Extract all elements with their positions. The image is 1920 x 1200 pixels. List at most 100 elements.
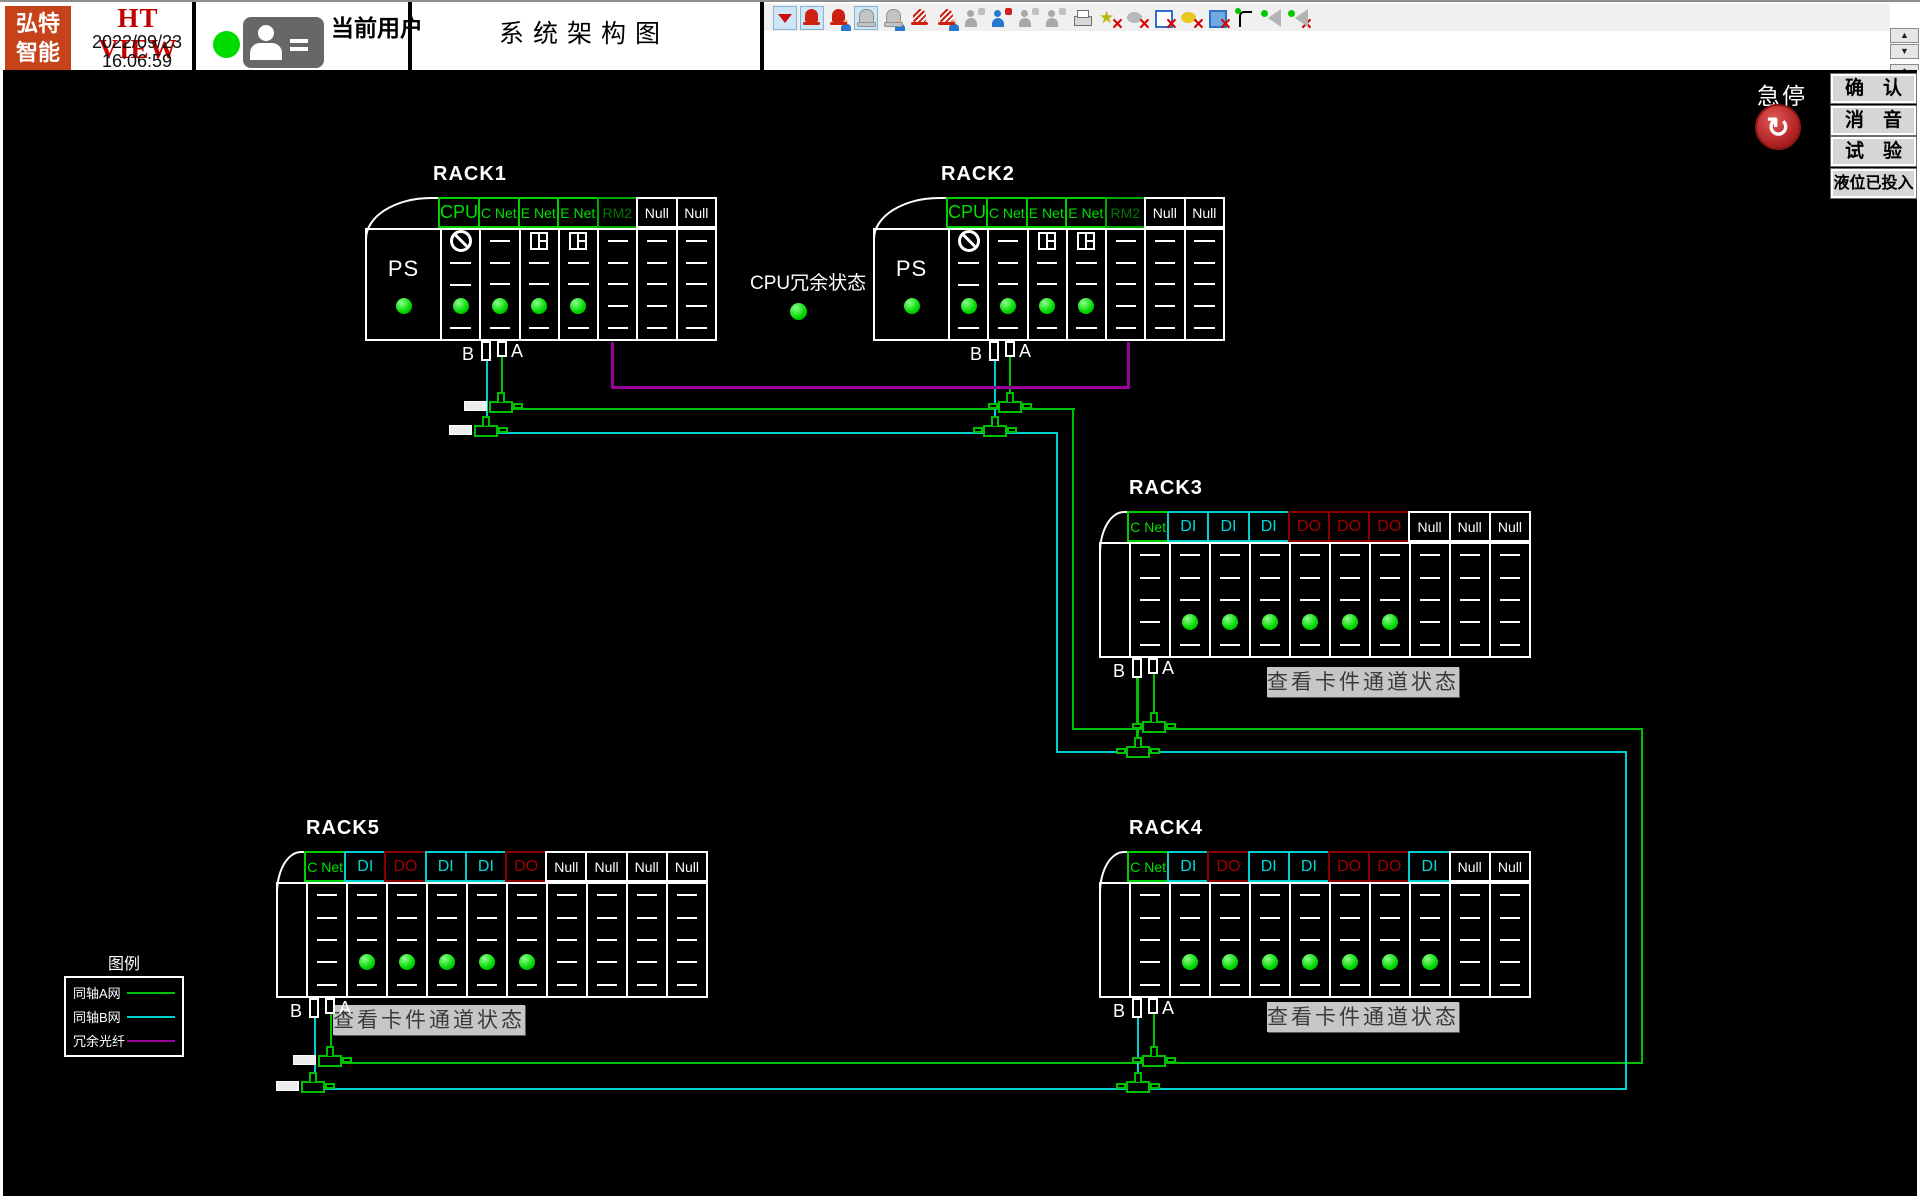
toolbar-icon-clear-star-event[interactable]: ★× [1098,7,1120,29]
card-slot-null [1489,884,1529,996]
mute-button[interactable]: 消 音 [1831,106,1916,135]
fiber-link-line [1127,342,1130,388]
card-slot-di [426,884,466,996]
toolbar-icon-alarm-bell-gray-operator[interactable] [882,7,904,29]
rack-left-section [278,884,306,996]
card-slot-do [1369,544,1409,656]
rack-body: PS [873,228,1225,341]
card-status-led [1039,298,1055,314]
port-b-label: B [462,344,474,365]
slot-header-do: DO [384,851,426,882]
slot-header-enet: E Net [518,197,560,228]
card-status-led [1262,954,1278,970]
slot-header-null: Null [636,197,678,228]
toolbar-icon-alarm-dropdown-arrow[interactable] [774,7,796,29]
slot-header-di: DI [1288,851,1330,882]
toolbar-icon-operator-gray-2[interactable] [1017,7,1039,29]
card-slot-rm2 [597,230,636,339]
rack-label: RACK5 [306,817,380,840]
toolbar-icon-clear-gray-oval[interactable]: × [1125,7,1147,29]
slot-header-null: Null [585,851,627,882]
toolbar-icon-spray-disable[interactable]: × [1287,7,1309,29]
rack5-net-a-tee [318,1055,342,1067]
card-slot-do [1369,884,1409,996]
view-channel-status-button[interactable]: 查看卡件通道状态 [333,1005,525,1035]
card-status-led [1342,614,1358,630]
toolbar-icon-operator-message-alarm[interactable] [990,7,1012,29]
card-slot-cpu [440,230,479,339]
message-badge-icon [1032,8,1039,15]
port-a-label: A [339,998,351,1019]
port-b-stub [1132,998,1142,1018]
message-badge-icon [978,8,985,15]
slot-header-cnet: C Net [1127,851,1169,882]
card-slot-cnet [1129,884,1169,996]
card-slot-cnet [306,884,346,996]
alarm-toolbar: ★×××××× [764,4,1890,31]
view-channel-status-button[interactable]: 查看卡件通道状态 [1267,667,1459,697]
toolbar-icon-alarm-bell-red[interactable] [801,7,823,29]
legend-label: 同轴B网 [73,1007,121,1026]
card-status-led [479,954,495,970]
toolbar-icon-print-confirm[interactable] [1071,7,1093,29]
slot-header-null: Null [1489,511,1531,542]
slot-header-rm2: RM2 [597,197,639,228]
card-status-led [359,954,375,970]
port-a-stub [497,341,507,357]
emergency-stop-button[interactable]: ↻ [1755,104,1801,150]
toolbar-icon-alarm-bell-ringing[interactable] [909,7,931,29]
legend-item: 同轴B网 [73,1007,175,1026]
slot-header-enet: E Net [1026,197,1068,228]
toolbar-icon-clear-yellow-oval[interactable]: × [1179,7,1201,29]
card-status-led [1222,614,1238,630]
legend: 同轴A网同轴B网冗余光纤 [64,976,184,1057]
power-supply-section: PS [875,230,948,339]
view-channel-status-button[interactable]: 查看卡件通道状态 [1267,1002,1459,1032]
port-a-stub [1148,998,1158,1014]
card-slot-enet [519,230,558,339]
terminator [293,1055,316,1065]
power-supply-section: PS [367,230,440,339]
toolbar-icon-alarm-bell-gray[interactable] [855,7,877,29]
scroll-down-button[interactable]: ▼ [1890,44,1919,59]
card-status-led [453,298,469,314]
card-slot-cnet [987,230,1026,339]
slot-header-di: DI [425,851,467,882]
slot-header-null: Null [1408,511,1450,542]
rack-slot-headers: CPUC NetE NetE NetRM2NullNull [438,197,717,228]
rack-label: RACK3 [1129,477,1203,500]
card-status-led [519,954,535,970]
level-engaged-button[interactable]: 液位已投入 [1831,169,1916,198]
slot-header-di: DI [1408,851,1450,882]
card-slot-di [1209,544,1249,656]
card-status-led [1182,614,1198,630]
toolbar-icon-clear-window-filled[interactable]: × [1206,7,1228,29]
card-status-led [1382,614,1398,630]
scroll-up-button[interactable]: ▲ [1890,28,1919,43]
card-slot-null [676,230,715,339]
port-b-label: B [970,344,982,365]
toolbar-icon-spray-enable[interactable] [1260,7,1282,29]
card-slot-cpu [948,230,987,339]
confirm-button[interactable]: 确 认 [1831,74,1916,103]
toolbar-icon-alarm-bell-ringing-operator[interactable] [936,7,958,29]
fiber-link-line [611,386,1130,389]
toolbar-icon-operator-message-gray[interactable] [963,7,985,29]
port-a-label: A [1019,341,1031,362]
toolbar-icon-clear-window[interactable]: × [1152,7,1174,29]
toolbar-icon-alarm-bell-red-operator[interactable] [828,7,850,29]
slot-header-null: Null [1144,197,1186,228]
test-button[interactable]: 试 验 [1831,137,1916,166]
clear-x-icon: × [1193,15,1204,34]
slot-header-di: DI [1167,511,1209,542]
rack-left-section [1101,544,1129,656]
card-status-led [439,954,455,970]
port-b-stub [481,341,491,361]
toolbar-icon-operator-gray-3[interactable] [1044,7,1066,29]
port-b-stub [309,998,319,1018]
slot-header-cpu: CPU [438,197,480,228]
toolbar-icon-trend-hook[interactable] [1233,7,1255,29]
card-slot-do [1209,884,1249,996]
net-b-trunk-line [322,1088,1627,1090]
user-id-card-icon[interactable] [243,17,324,68]
